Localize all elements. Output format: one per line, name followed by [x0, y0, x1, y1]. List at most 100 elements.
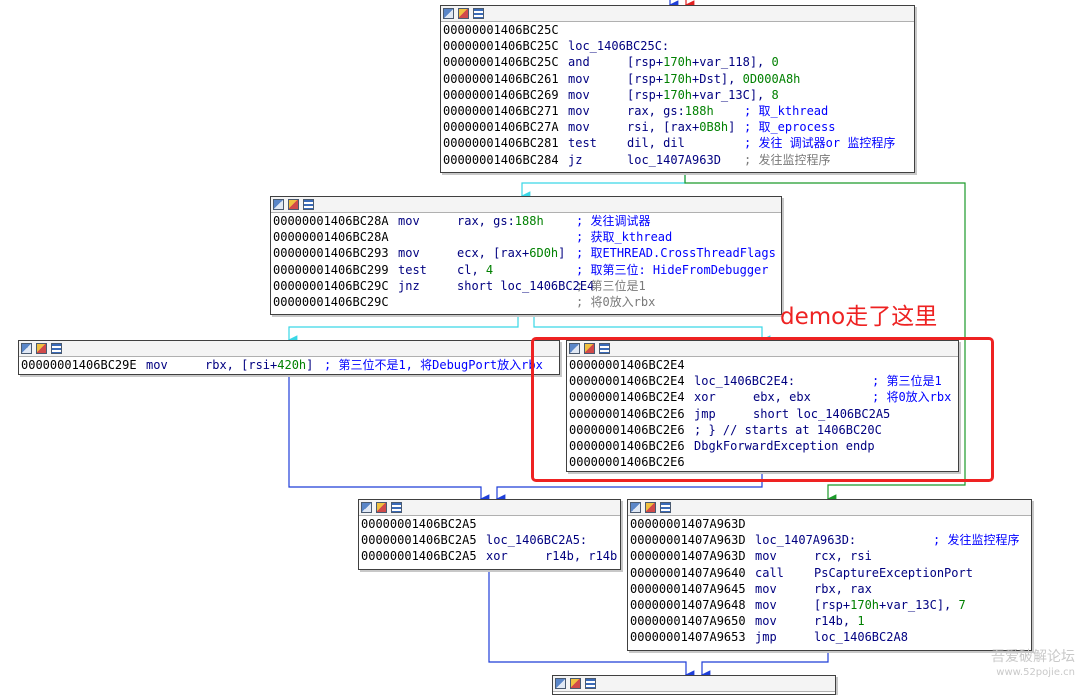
code-block-loc-1406BC2A5[interactable]: 00000001406BC2A5 00000001406BC2A5 loc_1406…: [358, 499, 621, 570]
instruction-mnemonic: mov: [398, 246, 420, 261]
instruction-address: 00000001406BC271: [443, 103, 559, 118]
code-line[interactable]: 00000001406BC261 mov [rsp+170h+Dst], 0D000…: [441, 71, 914, 87]
instruction-comment: ; 发往 调试器or 监控程序: [744, 136, 896, 151]
code-line[interactable]: 00000001406BC293 mov ecx, [rax+6D0h] ; 取ETH…: [271, 245, 781, 261]
instruction-comment: ; 发往监控程序: [744, 152, 831, 167]
code-line[interactable]: 00000001406BC28A mov rax, gs:188h ; 发往调试器: [271, 213, 781, 229]
graph-view-icon[interactable]: [273, 199, 284, 210]
instruction-mnemonic: mov: [398, 214, 420, 228]
code-label: loc_1406BC25C:: [568, 39, 670, 54]
instruction-address: 00000001406BC281: [443, 136, 559, 151]
instruction-address: 00000001406BC261: [443, 71, 559, 86]
instruction-mnemonic: mov: [755, 614, 777, 629]
code-line[interactable]: 00000001407A9650 mov r14b, 1: [628, 613, 1031, 629]
instruction-address: 00000001406BC2A5: [361, 549, 477, 564]
code-line[interactable]: 00000001407A963D: [628, 516, 1031, 532]
color-edit-icon[interactable]: [645, 502, 656, 513]
instruction-address: 00000001406BC25C: [443, 23, 559, 37]
instruction-operands: [rsp+170h+Dst], 0D000A8h: [627, 71, 801, 86]
code-line[interactable]: 00000001406BC27A mov rsi, [rax+0B8h] ; 取_ep…: [441, 119, 914, 135]
color-edit-icon[interactable]: [288, 199, 299, 210]
instruction-mnemonic: call: [755, 565, 784, 580]
annotation-highlight-box: [531, 337, 994, 482]
instruction-comment: ; 取_eprocess: [744, 120, 836, 135]
graph-view-icon[interactable]: [555, 678, 566, 689]
watermark-site-name: 吾爱破解论坛: [991, 649, 1075, 665]
edge-b2-b3: [287, 315, 519, 345]
code-line[interactable]: 00000001406BC299 test cl, 4 ; 取第三位: HideFro…: [271, 262, 781, 278]
watermark: 吾爱破解论坛 www.52pojie.cn: [970, 648, 1075, 680]
edge-b6-b7: [700, 651, 829, 680]
instruction-address: 00000001407A9650: [630, 614, 746, 629]
code-line[interactable]: 00000001407A9645 mov rbx, rax: [628, 581, 1031, 597]
instruction-address: 00000001407A963D: [630, 533, 746, 548]
instruction-comment: ; 取第三位: HideFromDebugger: [576, 262, 769, 277]
instruction-mnemonic: test: [568, 136, 597, 151]
code-line[interactable]: 00000001407A963D mov rcx, rsi: [628, 548, 1031, 564]
text-view-icon[interactable]: [303, 199, 314, 210]
code-block-loc-1407A963D[interactable]: 00000001407A963D 00000001407A963D loc_1407…: [627, 499, 1032, 651]
instruction-address: 00000001407A9648: [630, 597, 746, 612]
color-edit-icon[interactable]: [458, 8, 469, 19]
code-block-bottom[interactable]: [552, 675, 836, 695]
color-edit-icon[interactable]: [36, 343, 47, 354]
code-line[interactable]: 00000001406BC281 test dil, dil ; 发往 调试器or 监…: [441, 135, 914, 151]
instruction-mnemonic: test: [398, 262, 427, 277]
code-line[interactable]: 00000001406BC29C jnz short loc_1406BC2E4; …: [271, 278, 781, 294]
instruction-comment: ; 第三位是1: [576, 278, 646, 293]
code-block-1406BC28A[interactable]: 00000001406BC28A mov rax, gs:188h; 发往调试器 00…: [270, 196, 782, 315]
instruction-address: 00000001407A9653: [630, 630, 746, 645]
text-view-icon[interactable]: [51, 343, 62, 354]
code-line[interactable]: 00000001406BC29E mov rbx, [rsi+420h] ; 第三位不…: [19, 357, 559, 373]
graph-view-icon[interactable]: [443, 8, 454, 19]
block-toolbar: [441, 6, 914, 22]
instruction-address: 00000001406BC25C: [443, 55, 559, 70]
text-view-icon[interactable]: [585, 678, 596, 689]
instruction-address: 00000001406BC25C: [443, 39, 559, 54]
instruction-operands: r14b, 1: [814, 614, 865, 629]
graph-view-icon[interactable]: [630, 502, 641, 513]
code-line[interactable]: 00000001407A963D loc_1407A963D: ; 发往监控程序: [628, 532, 1031, 548]
instruction-operands: [rsp+170h+var_118], 0: [627, 55, 779, 70]
code-line[interactable]: 00000001407A9653 jmp loc_1406BC2A8: [628, 629, 1031, 645]
instruction-address: 00000001406BC29C: [273, 278, 389, 293]
text-view-icon[interactable]: [473, 8, 484, 19]
instruction-mnemonic: jz: [568, 152, 583, 167]
instruction-operands: short loc_1406BC2E4: [457, 278, 595, 293]
code-line[interactable]: 00000001406BC2A5 xor r14b, r14b: [359, 548, 620, 564]
code-block-1406BC29E[interactable]: 00000001406BC29E mov rbx, [rsi+420h] ; 第三位不…: [18, 340, 560, 375]
color-edit-icon[interactable]: [570, 678, 581, 689]
instruction-operands: r14b, r14b: [545, 549, 618, 564]
graph-view-icon[interactable]: [21, 343, 32, 354]
text-view-icon[interactable]: [391, 502, 402, 513]
code-line[interactable]: 00000001406BC271 mov rax, gs:188h ; 取_kthre…: [441, 103, 914, 119]
instruction-mnemonic: and: [568, 55, 590, 70]
instruction-operands: rbx, [rsi+420h]: [205, 358, 314, 372]
color-edit-icon[interactable]: [376, 502, 387, 513]
code-line[interactable]: 00000001406BC284 jz loc_1407A963D ; 发往监控程序: [441, 152, 914, 168]
block-toolbar: [271, 197, 781, 213]
code-line[interactable]: 00000001406BC28A ; 获取_kthread: [271, 229, 781, 245]
code-line[interactable]: 00000001406BC25C: [441, 22, 914, 38]
instruction-address: 00000001406BC29C: [273, 294, 389, 309]
text-view-icon[interactable]: [660, 502, 671, 513]
code-line[interactable]: 00000001407A9640 call PsCaptureExceptionPo…: [628, 565, 1031, 581]
instruction-comment: ; 发往监控程序: [933, 533, 1020, 548]
code-line[interactable]: 00000001406BC2A5: [359, 516, 620, 532]
graph-view-icon[interactable]: [361, 502, 372, 513]
code-line[interactable]: 00000001407A9648 mov [rsp+170h+var_13C], 7: [628, 597, 1031, 613]
code-block-loc-1406BC25C[interactable]: 00000001406BC25C 00000001406BC25C loc_1406…: [440, 5, 915, 173]
code-line[interactable]: 00000001406BC25C and [rsp+170h+var_118], 0: [441, 54, 914, 70]
edge-b3-b5: [288, 375, 490, 504]
code-line[interactable]: 00000001406BC2A5 loc_1406BC2A5:: [359, 532, 620, 548]
instruction-operands: rsi, [rax+0B8h]: [627, 120, 736, 135]
annotation-label: demo走了这里: [780, 304, 938, 330]
instruction-address: 00000001406BC299: [273, 262, 389, 277]
code-line[interactable]: 00000001406BC25C loc_1406BC25C:: [441, 38, 914, 54]
instruction-operands: [rsp+170h+var_13C], 7: [814, 597, 966, 612]
watermark-url: www.52pojie.cn: [996, 667, 1075, 678]
code-line[interactable]: 00000001406BC29C ; 将0放入rbx: [271, 294, 781, 310]
instruction-address: 00000001406BC2A5: [361, 517, 477, 531]
code-line[interactable]: 00000001406BC269 mov [rsp+170h+var_13C], 8: [441, 87, 914, 103]
instruction-operands: rcx, rsi: [814, 549, 872, 564]
